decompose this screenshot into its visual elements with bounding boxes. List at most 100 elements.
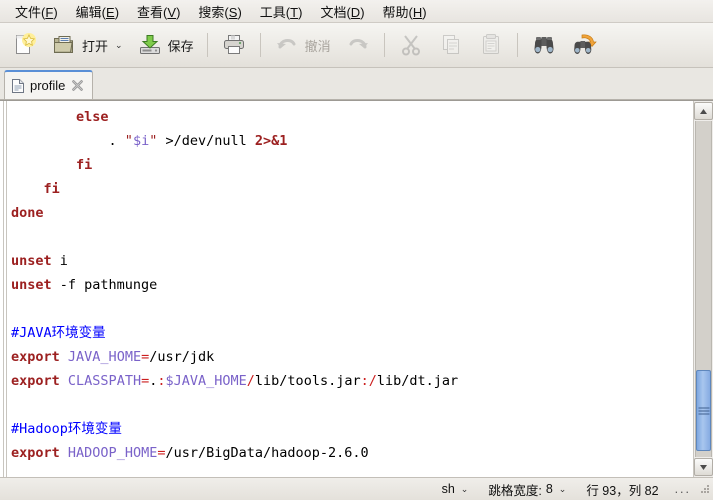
tab-width-label: 跳格宽度: [488,483,542,498]
code-token: >/dev/null [157,133,255,149]
redo-button[interactable] [338,26,378,64]
tab-profile[interactable]: profile [4,70,94,99]
code-token: fi [43,181,60,197]
scissors-icon [398,32,424,58]
new-document-button[interactable] [4,26,44,64]
menu-label-search: 搜索 [198,4,225,20]
menu-bar: 文件(F) 编辑(E) 查看(V) 搜索(S) 工具(T) 文档(D) 帮助(H… [0,0,713,23]
cut-button[interactable] [391,26,431,64]
copy-button[interactable] [431,26,471,64]
code-line: . "$i" >/dev/null 2>&1 [11,129,693,153]
new-document-icon [11,32,37,58]
undo-label: 撤消 [304,38,331,54]
code-token: unset [11,253,52,269]
cursor-position-label: 行 93，列 82 [586,483,659,498]
code-token: unset [11,277,52,293]
menu-item-edit[interactable]: 编辑(E) [67,0,128,23]
source-code-view[interactable]: else . "$i" >/dev/null 2>&1 fi fi done un… [7,101,693,477]
chevron-down-icon: ⌄ [558,483,567,494]
menu-item-view[interactable]: 查看(V) [128,0,189,23]
code-token: #Hadoop环境变量 [11,421,122,437]
vertical-scrollbar[interactable] [693,101,713,477]
scrollbar-thumb[interactable] [696,370,711,451]
replace-button[interactable] [564,26,604,64]
code-token: /usr/BigData/hadoop-2.6.0 [165,445,369,461]
code-token: export [11,373,60,389]
language-label: sh [441,482,455,496]
print-icon [221,32,247,58]
copy-icon [438,32,464,58]
tab-width-selector[interactable]: 跳格宽度: 8 ⌄ [478,480,576,499]
find-button[interactable] [524,26,564,64]
menu-label-tools: 工具 [259,4,286,20]
code-line: export HADOOP_HOME=/usr/BigData/hadoop-2… [11,441,693,465]
code-line: else [11,105,693,129]
open-file-label: 打开 [82,38,109,54]
code-token: -f pathmunge [51,277,158,293]
code-token: #JAVA环境变量 [11,325,106,341]
menu-item-help[interactable]: 帮助(H) [374,0,436,23]
menu-label-file: 文件 [15,4,42,20]
tab-label-profile: profile [30,78,66,93]
toolbar-separator-4 [516,33,518,57]
tab-width-value: 8 [545,482,553,496]
close-icon[interactable] [70,78,85,93]
gedit-window: 文件(F) 编辑(E) 查看(V) 搜索(S) 工具(T) 文档(D) 帮助(H… [0,0,713,500]
code-token: / [368,373,377,389]
open-file-button[interactable]: 打开 ⌄ [44,26,130,64]
menu-item-search[interactable]: 搜索(S) [189,0,250,23]
binoculars-find-icon [531,32,557,58]
code-token: : [360,373,369,389]
undo-arrow-icon [274,32,300,58]
chevron-down-icon[interactable]: ⌄ [115,40,123,51]
menu-accel-view: V [167,4,177,20]
code-token: / [246,373,255,389]
redo-arrow-icon [345,32,371,58]
code-line: unset i [11,249,693,273]
scroll-down-button[interactable] [694,458,713,476]
save-file-label: 保存 [167,38,194,54]
toolbar-separator-3 [383,33,385,57]
menu-accel-search: S [228,4,238,20]
menu-label-view: 查看 [137,4,164,20]
scrollbar-track[interactable] [695,121,712,457]
chevron-down-icon: ⌄ [460,483,469,494]
code-token: done [11,205,44,221]
status-overflow-icon[interactable]: ... [669,482,697,496]
undo-button[interactable]: 撤消 [267,26,338,64]
paste-button[interactable] [471,26,511,64]
tab-bar: profile [0,68,713,100]
code-line: fi [11,177,693,201]
cursor-position: 行 93，列 82 [576,480,668,499]
menu-accel-file: F [45,4,54,20]
save-file-button[interactable]: 保存 [130,26,201,64]
menu-item-tools[interactable]: 工具(T) [251,0,312,23]
menu-item-documents[interactable]: 文档(D) [311,0,373,23]
scroll-up-button[interactable] [694,102,713,120]
editor-area: else . "$i" >/dev/null 2>&1 fi fi done un… [0,100,713,477]
menu-accel-tools: T [290,4,299,20]
print-button[interactable] [214,26,254,64]
code-token: = [141,373,150,389]
save-disk-icon [137,32,163,58]
binoculars-replace-icon [571,32,597,58]
code-line: export CLASSPATH=.:$JAVA_HOME/lib/tools.… [11,369,693,393]
menu-label-edit: 编辑 [75,4,102,20]
code-line: fi [11,153,693,177]
document-icon [11,78,25,94]
code-line: export JAVA_HOME=/usr/jdk [11,345,693,369]
code-token: HADOOP_HOME [67,445,158,461]
code-token: 2>&1 [254,133,288,149]
toolbar-separator-2 [259,33,261,57]
language-selector[interactable]: sh ⌄ [432,482,479,496]
menu-item-file[interactable]: 文件(F) [6,0,67,23]
resize-grip-icon[interactable] [699,483,711,495]
code-token: /usr/jdk [149,349,215,365]
